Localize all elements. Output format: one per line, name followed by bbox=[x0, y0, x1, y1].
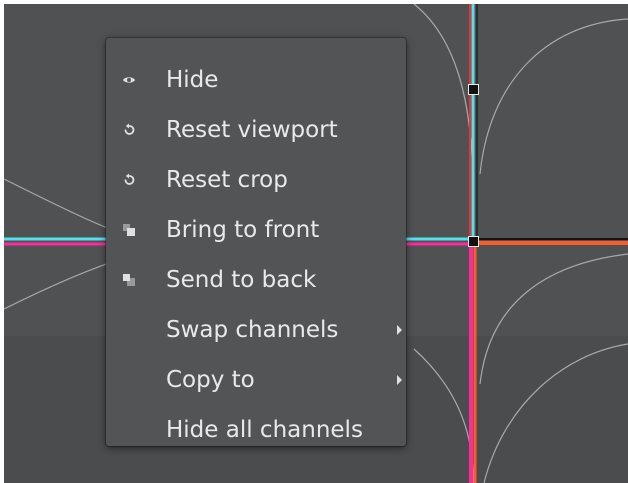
menu-item-label: Send to back bbox=[166, 267, 317, 293]
menu-item-label: Reset crop bbox=[166, 167, 288, 193]
menu-item-reset-crop[interactable]: Reset crop bbox=[106, 155, 406, 205]
menu-item-bring-to-front[interactable]: Bring to front bbox=[106, 205, 406, 255]
submenu-arrow-icon bbox=[397, 375, 402, 385]
menu-item-hide-all-channels[interactable]: Hide all channels bbox=[106, 405, 406, 455]
submenu-arrow-icon bbox=[397, 325, 402, 335]
menu-item-send-to-back[interactable]: Send to back bbox=[106, 255, 406, 305]
crop-handle-center[interactable] bbox=[468, 236, 479, 247]
menu-item-label: Reset viewport bbox=[166, 117, 338, 143]
bring-to-front-icon bbox=[120, 221, 138, 239]
menu-item-label: Hide bbox=[166, 67, 219, 93]
reset-icon bbox=[120, 121, 138, 139]
menu-item-copy-to[interactable]: Copy to bbox=[106, 355, 406, 405]
menu-item-label: Swap channels bbox=[166, 317, 339, 343]
menu-item-reset-viewport[interactable]: Reset viewport bbox=[106, 105, 406, 155]
eye-icon bbox=[120, 71, 138, 89]
menu-item-swap-channels[interactable]: Swap channels bbox=[106, 305, 406, 355]
crop-handle-top[interactable] bbox=[468, 84, 479, 95]
context-menu: Hide Reset viewport Reset crop Bring to … bbox=[106, 38, 406, 446]
menu-item-label: Hide all channels bbox=[166, 417, 363, 443]
send-to-back-icon bbox=[120, 271, 138, 289]
menu-item-label: Copy to bbox=[166, 367, 255, 393]
menu-item-label: Bring to front bbox=[166, 217, 320, 243]
menu-item-hide[interactable]: Hide bbox=[106, 55, 406, 105]
reset-icon bbox=[120, 171, 138, 189]
